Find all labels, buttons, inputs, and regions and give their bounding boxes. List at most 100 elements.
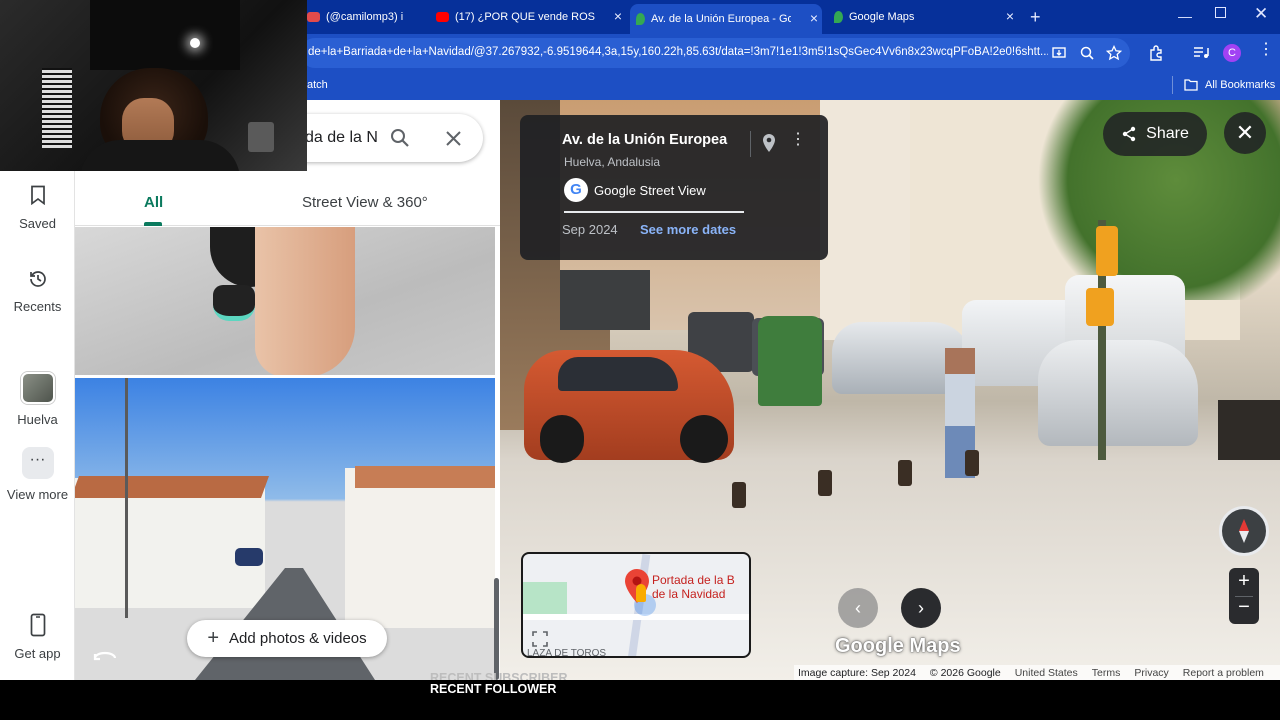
sv-bollard [818, 470, 832, 496]
close-tab-icon[interactable]: × [810, 11, 818, 25]
previous-photo-button[interactable]: ‹ [838, 588, 878, 628]
media-control-icon[interactable] [1193, 46, 1209, 60]
capture-date: Sep 2024 [562, 222, 618, 237]
profile-avatar[interactable]: C [1223, 44, 1241, 62]
phone-icon [30, 613, 45, 637]
webcam-light [190, 38, 200, 48]
tab-google-maps[interactable]: Google Maps × [834, 6, 1018, 28]
extensions-icon[interactable] [1148, 45, 1164, 61]
view-more-button[interactable]: ··· View more [0, 447, 75, 503]
recents-button[interactable]: Recents [0, 268, 75, 314]
360-rotate-icon [93, 651, 117, 661]
saved-button[interactable]: Saved [0, 185, 75, 231]
region-text: Huelva, Andalusia [564, 155, 661, 169]
country-link[interactable]: United States [1015, 667, 1078, 679]
minimap-place-line1: Portada de la B [652, 573, 735, 587]
compass-button[interactable] [1219, 506, 1269, 556]
tab-street-view-active[interactable]: Av. de la Unión Europea - Goog × [630, 4, 822, 34]
clear-search-icon[interactable] [446, 131, 461, 146]
zoom-in-button[interactable]: + [1229, 570, 1259, 593]
bookmark-icon [30, 185, 45, 206]
street-view-canvas[interactable]: Av. de la Unión Europea Huelva, Andalusi… [500, 100, 1280, 680]
restore-window-icon[interactable] [1215, 7, 1226, 18]
saved-label: Saved [19, 216, 56, 231]
tab-youtube-video[interactable]: (17) ¿POR QUE vende ROSAS? × [436, 6, 626, 28]
view-more-label: View more [6, 487, 69, 502]
folder-icon [1184, 79, 1198, 91]
sv-bollard [965, 450, 979, 476]
search-icon[interactable] [390, 128, 410, 148]
recent-follower-label: RECENT FOLLOWER [430, 682, 557, 696]
history-icon [29, 271, 46, 287]
tab-label: (17) ¿POR QUE vende ROSAS? [455, 11, 595, 23]
minimap-bottom-label: LAZA DE TOROS [527, 648, 607, 658]
expand-map-icon[interactable] [532, 631, 548, 647]
all-bookmarks-button[interactable]: All Bookmarks [1205, 79, 1275, 91]
stream-alerts-overlay: RECENT SUBSCRIBER RECENT FOLLOWER [430, 670, 568, 698]
tab-all[interactable]: All [144, 194, 163, 211]
bookmark-star-icon[interactable] [1106, 45, 1122, 61]
url-text[interactable]: de+la+Barriada+de+la+Navidad/@37.267932,… [308, 46, 1048, 58]
close-tab-icon[interactable]: × [1006, 9, 1014, 23]
plus-icon: + [207, 627, 220, 649]
maps-side-rail: Saved Recents Huelva ··· View more Get a… [0, 100, 75, 680]
see-more-dates-link[interactable]: See more dates [640, 222, 736, 237]
tab-camilomp3[interactable]: (@camilomp3) i [307, 6, 425, 28]
card-divider-line [564, 211, 744, 213]
sv-bollard [732, 482, 746, 508]
tab-label: Google Maps [849, 11, 915, 23]
get-app-button[interactable]: Get app [0, 613, 75, 661]
minimize-window-icon[interactable]: — [1178, 8, 1192, 24]
mini-map[interactable]: Portada de la B de la Navidad LAZA DE TO… [521, 552, 751, 658]
google-maps-watermark: Google Maps [835, 635, 961, 657]
sv-bollard [898, 460, 912, 486]
close-street-view-button[interactable]: ✕ [1224, 112, 1266, 154]
share-icon [1122, 126, 1136, 142]
photo-thumbnail-pavement[interactable] [75, 227, 495, 375]
bookmark-divider [1172, 76, 1173, 94]
tab-street-view-360[interactable]: Street View & 360° [302, 194, 428, 211]
install-app-icon[interactable] [1052, 46, 1066, 60]
sv-wheel [680, 415, 728, 463]
add-photos-button[interactable]: + Add photos & videos [187, 620, 387, 657]
street-name: Av. de la Unión Europea [562, 132, 728, 148]
minimap-place-label: Portada de la B de la Navidad [652, 573, 735, 601]
search-input[interactable]: da de la N [305, 129, 377, 147]
close-icon: ✕ [1235, 120, 1255, 145]
active-tab-indicator [144, 222, 162, 226]
maps-favicon-icon [636, 13, 645, 25]
panel-scrollbar[interactable] [494, 578, 499, 680]
browser-menu-icon[interactable]: ⋮ [1258, 42, 1274, 58]
location-pin-icon[interactable] [762, 133, 776, 153]
photo-house-right [345, 468, 495, 628]
privacy-link[interactable]: Privacy [1134, 667, 1168, 679]
sv-bench [1218, 400, 1280, 460]
webcam-overlay [0, 0, 307, 171]
zoom-out-button[interactable]: − [1229, 596, 1259, 619]
close-window-icon[interactable]: ✕ [1254, 4, 1268, 24]
share-button[interactable]: Share [1103, 112, 1207, 156]
terms-link[interactable]: Terms [1092, 667, 1121, 679]
photos-panel: da de la N All Street View & 360° + Add … [75, 100, 500, 680]
source-text: Google Street View [594, 183, 706, 198]
webcam-person-shirt [80, 140, 240, 171]
more-options-icon[interactable]: ⋮ [790, 132, 806, 148]
tab-favicon-icon [307, 12, 320, 22]
recents-label: Recents [13, 299, 62, 314]
minimap-place-line2: de la Navidad [652, 587, 726, 601]
chevron-right-icon: › [918, 598, 924, 618]
webcam-keyboard [42, 68, 72, 148]
bookmark-item[interactable]: atch [307, 79, 328, 91]
add-photos-label: Add photos & videos [229, 630, 367, 647]
new-tab-button[interactable]: + [1030, 7, 1041, 28]
report-problem-link[interactable]: Report a problem [1183, 667, 1264, 679]
close-tab-icon[interactable]: × [614, 9, 622, 23]
photo-subject-shoe [213, 285, 255, 321]
huelva-recent-place[interactable]: Huelva [0, 372, 75, 427]
omnibox[interactable]: de+la+Barriada+de+la+Navidad/@37.267932,… [300, 38, 1130, 68]
tab-label: (@camilomp3) i [326, 11, 404, 23]
zoom-icon[interactable] [1080, 46, 1094, 60]
next-photo-button[interactable]: › [901, 588, 941, 628]
sv-red-car-window [558, 357, 678, 391]
image-capture-text: Image capture: Sep 2024 [798, 666, 916, 679]
